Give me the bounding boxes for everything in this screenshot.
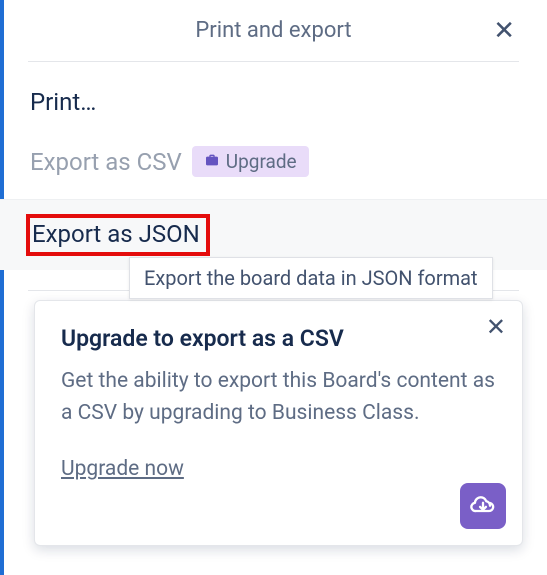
upgrade-now-link[interactable]: Upgrade now: [61, 457, 184, 481]
print-export-panel: Print and export ✕ Print… Export as CSV …: [0, 0, 547, 291]
menu-print[interactable]: Print…: [26, 80, 521, 124]
left-accent-bar: [0, 0, 4, 575]
card-close-icon[interactable]: ✕: [486, 315, 506, 339]
cloud-download-button[interactable]: [460, 483, 506, 529]
upgrade-badge[interactable]: Upgrade: [192, 146, 309, 177]
cloud-download-icon: [469, 490, 497, 522]
close-icon[interactable]: ✕: [489, 14, 519, 48]
menu-print-label: Print…: [30, 88, 96, 116]
export-json-tooltip: Export the board data in JSON format: [129, 257, 493, 299]
menu-export-csv[interactable]: Export as CSV Upgrade: [26, 138, 521, 185]
menu-export-json[interactable]: Export as JSON: [26, 206, 523, 264]
highlight-annotation: Export as JSON: [26, 214, 210, 256]
panel-title: Print and export: [195, 18, 351, 43]
card-description: Get the ability to export this Board's c…: [61, 366, 496, 429]
upgrade-card: ✕ Upgrade to export as a CSV Get the abi…: [34, 300, 523, 546]
menu-export-csv-label: Export as CSV: [30, 148, 182, 176]
card-title: Upgrade to export as a CSV: [61, 325, 496, 352]
upgrade-badge-label: Upgrade: [226, 150, 297, 173]
menu-export-json-label: Export as JSON: [32, 220, 200, 248]
briefcase-icon: [204, 152, 220, 172]
panel-header: Print and export ✕: [28, 0, 519, 62]
tooltip-text: Export the board data in JSON format: [144, 266, 478, 290]
